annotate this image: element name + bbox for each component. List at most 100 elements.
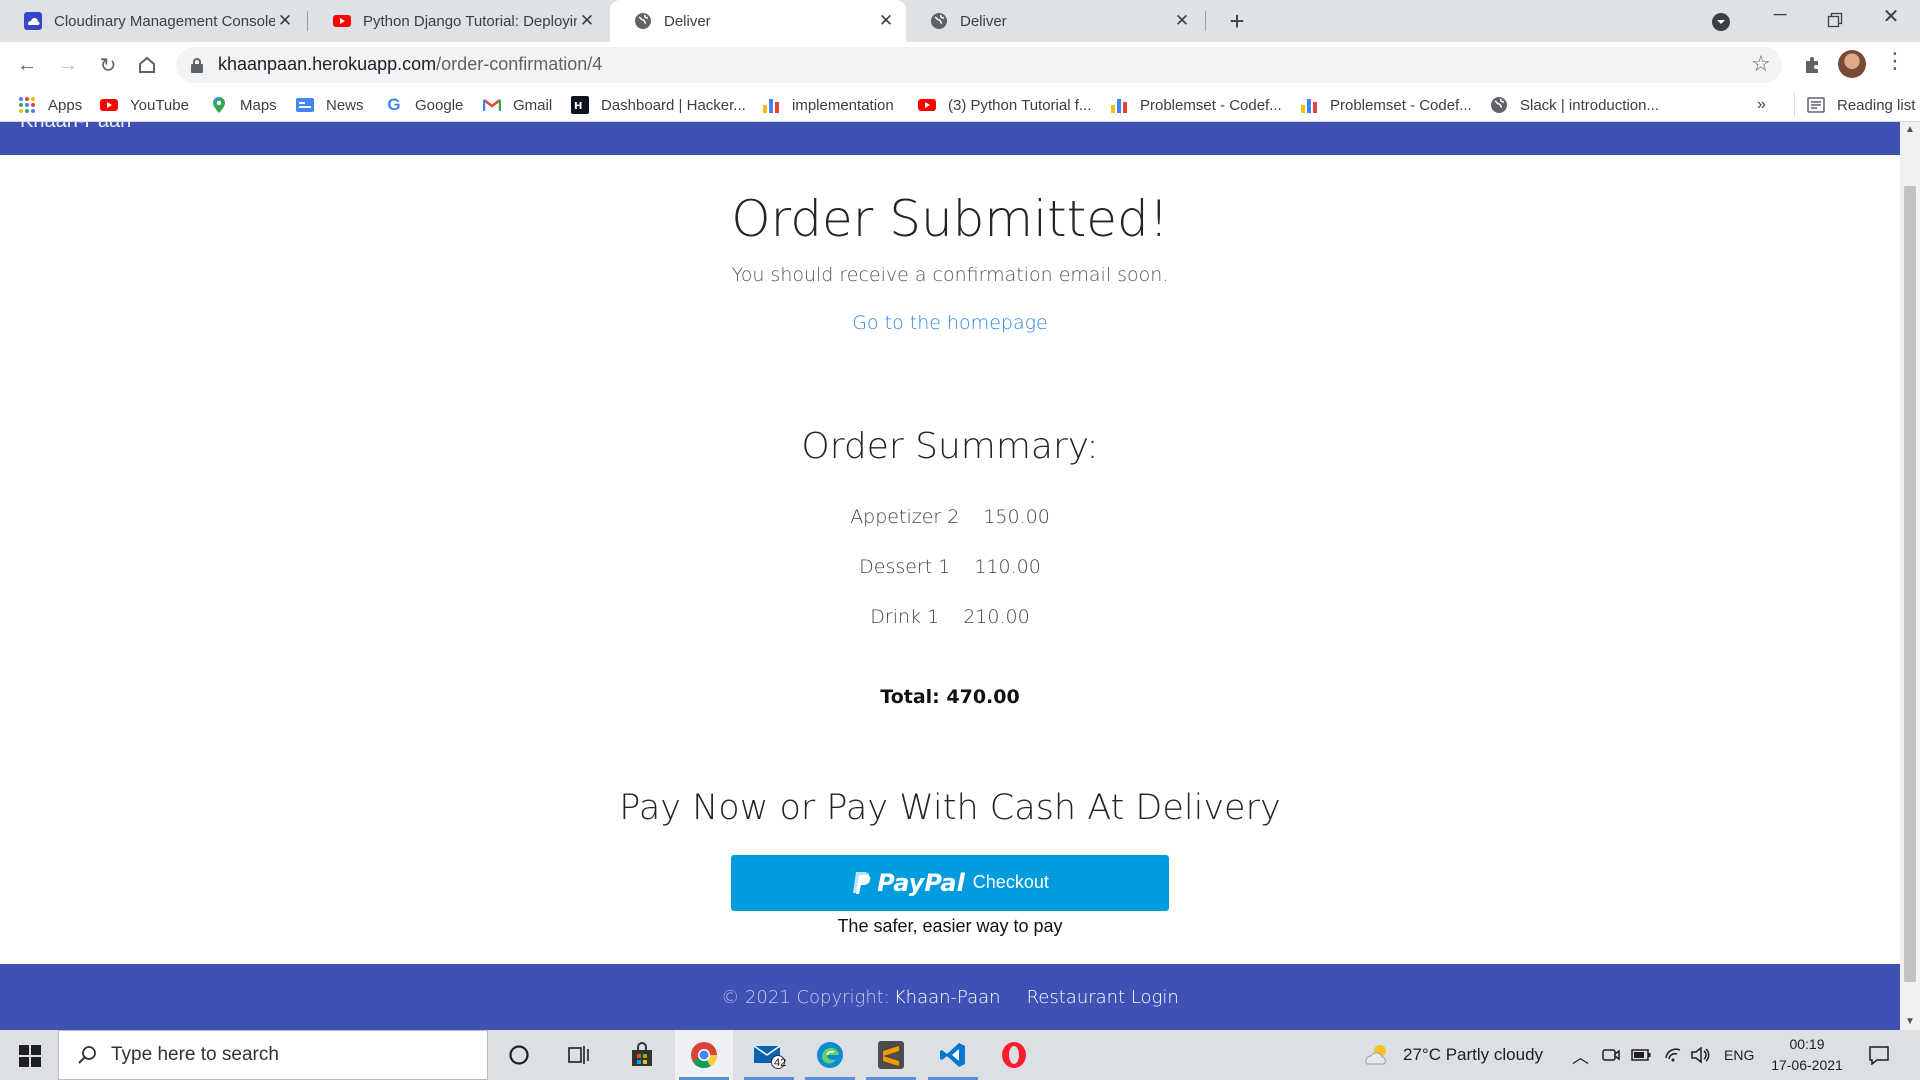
bookmark-label: Problemset - Codef...: [1330, 96, 1472, 114]
paypal-checkout-label: Checkout: [972, 871, 1049, 892]
page-scrollbar[interactable]: ▲ ▼: [1900, 122, 1920, 1030]
footer-brand-link[interactable]: Khaan-Paan: [894, 987, 1001, 1008]
clock-time: 00:19: [1789, 1036, 1825, 1052]
minimize-icon[interactable]: ─: [1760, 4, 1800, 38]
bookmark-label: Maps: [240, 96, 277, 114]
tab-search-icon[interactable]: [1711, 12, 1731, 32]
bookmark-gmail[interactable]: Gmail: [483, 88, 552, 122]
mail-badge: 42: [774, 1057, 787, 1069]
weather-partly-cloudy-icon[interactable]: [1363, 1042, 1391, 1068]
homepage-link[interactable]: Go to the homepage: [0, 312, 1900, 334]
close-icon[interactable]: ✕: [275, 11, 295, 31]
clock-date: 17-06-2021: [1771, 1057, 1843, 1073]
bookmark-implementation[interactable]: implementation: [762, 88, 894, 122]
extensions-puzzle-icon[interactable]: [1803, 55, 1823, 75]
bookmark-codeforces-1[interactable]: Problemset - Codef...: [1110, 88, 1282, 122]
close-icon[interactable]: ✕: [577, 11, 597, 31]
weather-text[interactable]: 27°C Partly cloudy: [1403, 1030, 1543, 1080]
bar-chart-icon: [763, 99, 779, 113]
navbar-brand[interactable]: Khaan-Paan: [20, 122, 131, 133]
globe-icon: [931, 13, 947, 29]
restaurant-login-link[interactable]: Restaurant Login: [1027, 987, 1179, 1008]
url-text[interactable]: khaanpaan.herokuapp.com/order-confirmati…: [218, 54, 602, 75]
scrollbar-thumb[interactable]: [1904, 186, 1916, 982]
bookmark-news[interactable]: News: [296, 88, 364, 122]
url-host: khaanpaan.herokuapp.com: [218, 54, 437, 74]
bookmark-youtube[interactable]: YouTube: [100, 88, 189, 122]
order-item: Appetizer 2 150.00: [0, 506, 1900, 528]
tab-cloudinary[interactable]: Cloudinary Management Console ✕: [0, 0, 305, 42]
order-item: Drink 1 210.00: [0, 606, 1900, 628]
bookmark-label: (3) Python Tutorial f...: [948, 96, 1092, 114]
sublime-text-icon[interactable]: [862, 1030, 920, 1080]
home-icon[interactable]: [137, 55, 157, 75]
window-close-icon[interactable]: ✕: [1876, 4, 1906, 38]
vscode-icon[interactable]: [924, 1030, 982, 1080]
back-arrow-icon[interactable]: ←: [12, 50, 42, 80]
close-icon[interactable]: ✕: [876, 11, 896, 31]
microsoft-store-icon[interactable]: [613, 1030, 671, 1080]
new-tab-plus-icon[interactable]: +: [1222, 6, 1252, 36]
maps-pin-icon: [213, 97, 225, 113]
scroll-up-arrow-icon[interactable]: ▲: [1900, 122, 1920, 138]
cloudinary-icon: [24, 12, 42, 30]
windows-taskbar: Type here to search 42 27°C Partly cloud…: [0, 1030, 1920, 1080]
bookmark-slack[interactable]: Slack | introduction...: [1490, 88, 1659, 122]
opera-icon[interactable]: [985, 1030, 1043, 1080]
cortana-icon[interactable]: [490, 1030, 548, 1080]
wifi-icon[interactable]: [1664, 1046, 1682, 1062]
show-hidden-icons-chevron-icon[interactable]: ︿: [1572, 1030, 1589, 1080]
battery-icon[interactable]: [1631, 1048, 1651, 1062]
clock[interactable]: 00:19 17-06-2021: [1766, 1034, 1848, 1076]
apps-grid-icon: [19, 97, 35, 113]
bookmark-codeforces-2[interactable]: Problemset - Codef...: [1300, 88, 1472, 122]
chrome-menu-icon[interactable]: ⋮: [1884, 48, 1906, 74]
paypal-tagline: The safer, easier way to pay: [837, 916, 1063, 936]
footer-copyright: © 2021 Copyright:: [721, 986, 890, 1008]
tab-title: Deliver: [664, 12, 711, 30]
site-navbar: Khaan-Paan: [0, 122, 1900, 155]
bookmark-apps[interactable]: Apps: [18, 88, 82, 122]
profile-avatar[interactable]: [1838, 50, 1866, 78]
task-view-icon[interactable]: [550, 1030, 608, 1080]
taskbar-search-input[interactable]: Type here to search: [58, 1030, 488, 1080]
youtube-icon: [333, 15, 351, 27]
bookmark-label: Slack | introduction...: [1520, 96, 1659, 114]
volume-icon[interactable]: [1690, 1046, 1710, 1064]
bookmark-label: Google: [415, 96, 464, 114]
reload-icon[interactable]: ↻: [93, 50, 123, 80]
scroll-down-arrow-icon[interactable]: ▼: [1900, 1014, 1920, 1030]
tab-title: Cloudinary Management Console: [54, 12, 275, 30]
bookmark-hackerrank[interactable]: H Dashboard | Hacker...: [571, 88, 746, 122]
chrome-taskbar-icon[interactable]: [675, 1030, 733, 1080]
language-indicator[interactable]: ENG: [1724, 1030, 1754, 1080]
item-price: 150.00: [983, 506, 1050, 528]
notifications-icon[interactable]: [1868, 1045, 1890, 1065]
bookmark-maps[interactable]: Maps: [210, 88, 277, 122]
bookmark-label: Dashboard | Hacker...: [601, 96, 746, 114]
bookmark-star-icon[interactable]: ☆: [1751, 51, 1771, 77]
mail-icon[interactable]: 42: [740, 1030, 798, 1080]
bookmark-google[interactable]: G Google: [385, 88, 463, 122]
restore-icon[interactable]: [1827, 12, 1843, 28]
lock-icon[interactable]: [190, 57, 204, 73]
confirmation-message: You should receive a confirmation email …: [731, 264, 1169, 286]
tab-deliver-active[interactable]: Deliver ✕: [610, 0, 906, 42]
tab-django-tutorial[interactable]: Python Django Tutorial: Deploying ✕: [309, 0, 607, 42]
bar-chart-icon: [1111, 99, 1127, 113]
bookmarks-overflow-button[interactable]: »: [1757, 88, 1766, 122]
edge-icon[interactable]: [801, 1030, 859, 1080]
windows-start-icon[interactable]: [19, 1045, 41, 1067]
meet-now-icon[interactable]: [1602, 1047, 1620, 1063]
order-summary-heading: Order Summary:: [801, 426, 1099, 467]
reading-list-button[interactable]: Reading list: [1794, 93, 1915, 117]
page-viewport: Khaan-Paan Order Submitted! You should r…: [0, 122, 1900, 1030]
paypal-checkout-button[interactable]: PayPal Checkout: [731, 855, 1169, 911]
globe-icon: [1491, 97, 1507, 113]
forward-arrow-icon[interactable]: →: [53, 50, 83, 80]
site-footer: © 2021 Copyright: Khaan-Paan Restaurant …: [0, 964, 1900, 1030]
tab-deliver[interactable]: Deliver ✕: [906, 0, 1202, 42]
close-icon[interactable]: ✕: [1172, 11, 1192, 31]
bookmark-python-tutorial[interactable]: (3) Python Tutorial f...: [918, 88, 1091, 122]
url-path: /order-confirmation/4: [436, 54, 603, 74]
